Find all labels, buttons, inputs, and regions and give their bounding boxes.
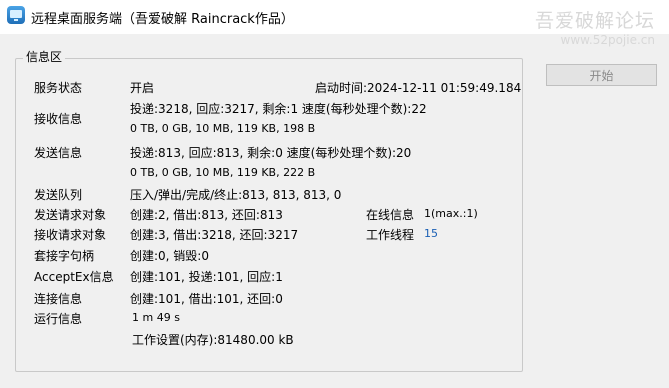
threads-label: 工作线程 xyxy=(366,228,415,242)
start-time: 启动时间:2024-12-11 01:59:49.184 xyxy=(315,81,522,95)
send-info-line2: 0 TB, 0 GB, 10 MB, 119 KB, 222 B xyxy=(130,166,316,179)
send-request-label: 发送请求对象 xyxy=(34,208,107,222)
start-button[interactable]: 开始 xyxy=(546,64,657,86)
runtime-label: 运行信息 xyxy=(34,312,83,326)
watermark-url: www.52pojie.cn xyxy=(560,33,655,47)
send-queue-label: 发送队列 xyxy=(34,188,83,202)
online-value: 1(max.:1) xyxy=(424,207,478,220)
watermark-text: 吾爱破解论坛 xyxy=(534,10,655,32)
send-info-line1: 投递:813, 回应:813, 剩余:0 速度(每秒处理个数):20 xyxy=(130,146,412,160)
acceptex-value: 创建:101, 投递:101, 回应:1 xyxy=(130,270,283,284)
recv-request-value: 创建:3, 借出:3218, 还回:3217 xyxy=(130,228,299,242)
socket-value: 创建:0, 销毁:0 xyxy=(130,249,209,263)
runtime-value: 1 m 49 s xyxy=(132,311,180,324)
online-label: 在线信息 xyxy=(366,208,415,222)
threads-value: 15 xyxy=(424,227,438,240)
acceptex-label: AcceptEx信息 xyxy=(34,270,114,284)
window-title: 远程桌面服务端（吾爱破解 Raincrack作品） xyxy=(31,12,294,27)
send-queue-value: 压入/弹出/完成/终止:813, 813, 813, 0 xyxy=(130,188,342,202)
info-group-title: 信息区 xyxy=(23,48,66,65)
recv-info-label: 接收信息 xyxy=(34,112,83,126)
working-set: 工作设置(内存):81480.00 kB xyxy=(132,333,294,347)
socket-label: 套接字句柄 xyxy=(34,249,95,263)
app-icon xyxy=(7,6,25,24)
send-request-value: 创建:2, 借出:813, 还回:813 xyxy=(130,208,283,222)
send-info-label: 发送信息 xyxy=(34,146,83,160)
service-status-value: 开启 xyxy=(130,81,155,95)
recv-request-label: 接收请求对象 xyxy=(34,228,107,242)
recv-info-line1: 投递:3218, 回应:3217, 剩余:1 速度(每秒处理个数):22 xyxy=(130,102,427,116)
connection-label: 连接信息 xyxy=(34,292,83,306)
recv-info-line2: 0 TB, 0 GB, 10 MB, 119 KB, 198 B xyxy=(130,122,316,135)
connection-value: 创建:101, 借出:101, 还回:0 xyxy=(130,292,283,306)
service-status-label: 服务状态 xyxy=(34,81,83,95)
